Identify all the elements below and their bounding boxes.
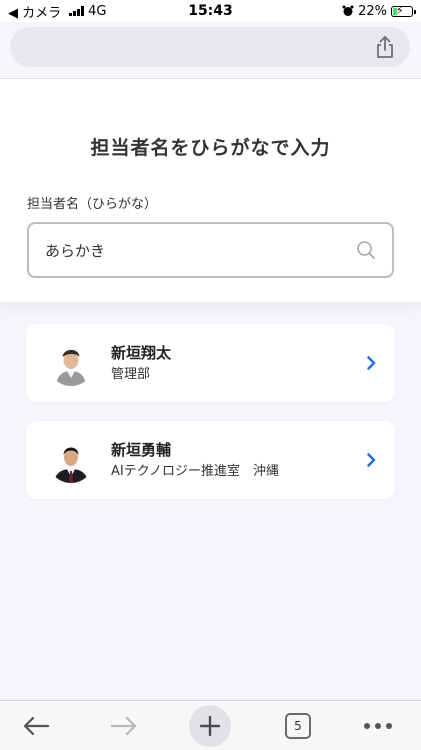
search-panel: 担当者名をひらがなで入力 担当者名（ひらがな） (0, 79, 421, 302)
list-item[interactable]: 新垣翔太 管理部 (26, 324, 395, 402)
search-icon[interactable] (356, 240, 376, 260)
network-type: 4G (88, 3, 107, 19)
person-name: 新垣翔太 (111, 344, 172, 362)
more-icon (364, 723, 392, 729)
chevron-right-icon (367, 356, 376, 370)
chevron-right-icon (367, 453, 376, 467)
tabs-button[interactable]: 5 (268, 701, 328, 750)
arrow-left-icon (23, 716, 50, 736)
back-button[interactable] (6, 701, 66, 750)
browser-toolbar: 5 (0, 700, 421, 750)
charging-icon: ⚡ (396, 3, 404, 17)
plus-icon (199, 715, 221, 737)
new-tab-button[interactable] (180, 701, 240, 750)
person-name: 新垣勇輔 (111, 441, 172, 459)
avatar (48, 437, 94, 483)
results-list: 新垣翔太 管理部 新垣勇輔 AIテクノロジー推進室 沖縄 (26, 324, 395, 518)
status-bar: ◀ カメラ 4G 15:43 22% ⚡ (0, 0, 421, 22)
signal-icon (69, 6, 85, 16)
person-department: 管理部 (111, 367, 151, 382)
more-button[interactable] (348, 701, 408, 750)
avatar (48, 340, 94, 386)
page-title: 担当者名をひらがなで入力 (90, 137, 331, 159)
forward-button[interactable] (94, 701, 154, 750)
battery-percent: 22% (358, 3, 387, 19)
person-department: AIテクノロジー推進室 沖縄 (111, 464, 279, 479)
address-bar[interactable] (10, 27, 410, 67)
search-input[interactable] (45, 241, 356, 259)
search-box[interactable] (27, 222, 394, 278)
alarm-icon (342, 5, 354, 16)
field-label: 担当者名（ひらがな） (27, 197, 158, 212)
arrow-right-icon (110, 716, 137, 736)
back-to-app-label[interactable]: ◀ カメラ (8, 2, 61, 21)
battery-icon: ⚡ (391, 3, 416, 17)
share-icon[interactable] (374, 35, 396, 59)
list-item[interactable]: 新垣勇輔 AIテクノロジー推進室 沖縄 (26, 421, 395, 499)
tab-count: 5 (285, 713, 311, 739)
